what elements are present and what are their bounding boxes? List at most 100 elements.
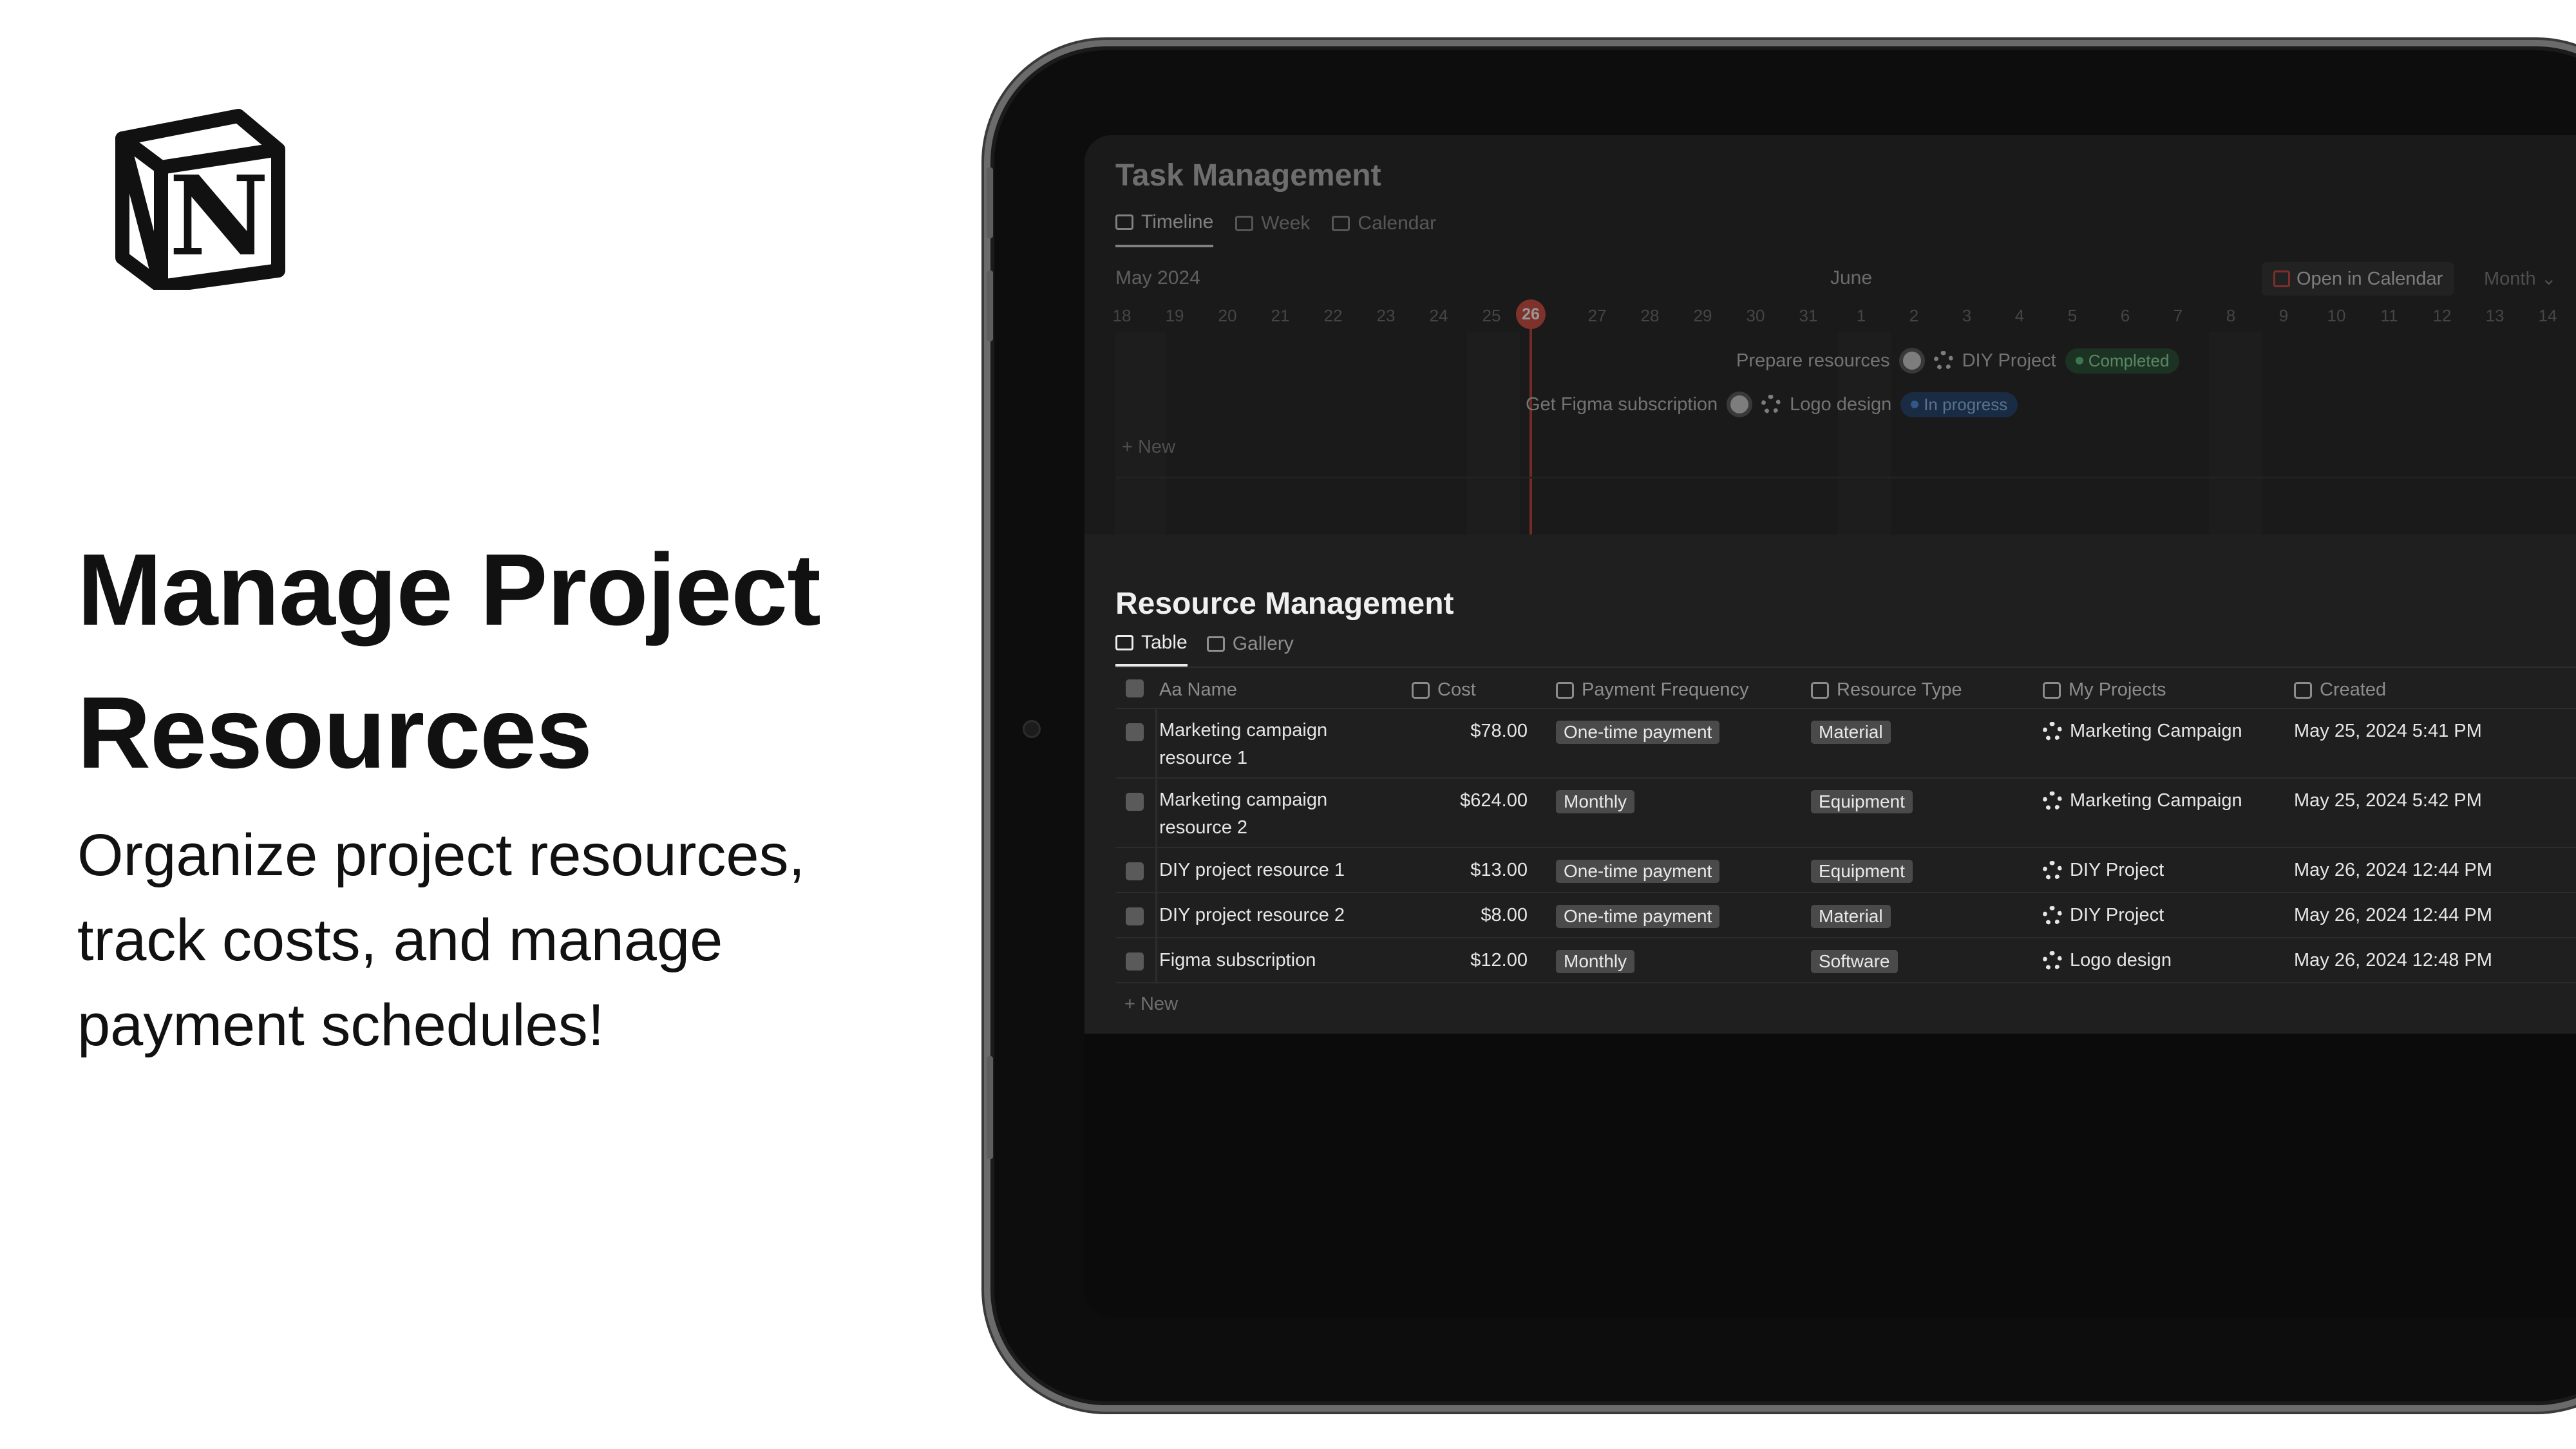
tab-table[interactable]: Table [1115, 621, 1188, 667]
task-project: Logo design [1790, 393, 1892, 415]
cell-name: DIY project resource 2 [1159, 905, 1345, 925]
table-row[interactable]: Figma subscription $12.00 Monthly Softwa… [1115, 938, 2576, 983]
timeline-task-item[interactable]: Prepare resources DIY Project Completed [1736, 348, 2180, 374]
day-label: 5 [2067, 306, 2078, 325]
volume-button [987, 270, 993, 341]
cell-project[interactable]: Marketing Campaign [2043, 790, 2242, 811]
timeline-day-row: 18 19 20 21 22 23 24 25 27 28 29 30 31 1… [1103, 306, 2576, 332]
table-row[interactable]: DIY project resource 1 $13.00 One-time p… [1115, 848, 2576, 893]
day-label: 4 [2014, 306, 2025, 325]
day-label: 13 [2485, 306, 2505, 325]
avatar-icon [1899, 348, 1925, 374]
row-checkbox[interactable] [1126, 793, 1144, 811]
tab-calendar[interactable]: Calendar [1332, 211, 1436, 247]
day-label: 28 [1640, 306, 1660, 325]
day-label: 2 [1909, 306, 1919, 325]
day-label: 11 [2380, 306, 2398, 325]
month-label-june: June [1830, 267, 1873, 289]
cell-name: Figma subscription [1159, 950, 1316, 971]
column-header-name[interactable]: Aa Name [1159, 679, 1237, 701]
screen-empty-area [1084, 1034, 2576, 1317]
cell-project[interactable]: DIY Project [2043, 860, 2164, 881]
project-icon [2043, 905, 2062, 925]
subhead-line-2: track costs, and manage [77, 907, 723, 973]
project-icon [2043, 721, 2062, 741]
cell-created: May 26, 2024 12:44 PM [2294, 860, 2492, 880]
day-label: 20 [1218, 306, 1237, 325]
day-label: 22 [1323, 306, 1343, 325]
side-button [987, 1056, 993, 1159]
select-all-checkbox[interactable] [1126, 679, 1144, 697]
column-header-resource-type[interactable]: Resource Type [1811, 679, 1962, 701]
divider [1155, 893, 1157, 937]
cell-name: Marketing campaign resource 2 [1159, 790, 1328, 838]
row-checkbox[interactable] [1126, 723, 1144, 741]
resource-view-tabs: Table Gallery [1115, 621, 1294, 667]
divider [1155, 709, 1157, 777]
column-header-my-projects[interactable]: My Projects [2043, 679, 2166, 701]
month-label-may: May 2024 [1115, 267, 1200, 289]
tab-gallery[interactable]: Gallery [1206, 621, 1294, 667]
task-name: Prepare resources [1736, 350, 1890, 371]
cell-created: May 26, 2024 12:44 PM [2294, 905, 2492, 925]
table-row[interactable]: Marketing campaign resource 1 $78.00 One… [1115, 709, 2576, 779]
timeline-icon [1115, 214, 1133, 230]
new-task-button[interactable]: + New [1122, 437, 1175, 458]
tab-timeline[interactable]: Timeline [1115, 211, 1214, 247]
headline-line-2: Resources [77, 676, 592, 790]
row-checkbox[interactable] [1126, 907, 1144, 925]
timeline-task-item[interactable]: Get Figma subscription Logo design In pr… [1526, 392, 2018, 417]
day-label: 30 [1746, 306, 1765, 325]
status-badge: In progress [1900, 392, 2018, 417]
table-icon [1115, 635, 1133, 650]
open-in-calendar-button[interactable]: Open in Calendar [2262, 262, 2455, 296]
calendar-icon [2273, 270, 2290, 287]
resource-management-section: Resource Management Table Gallery Aa Nam… [1084, 535, 2576, 1034]
cell-project[interactable]: Logo design [2043, 950, 2172, 971]
day-label: 27 [1587, 306, 1607, 325]
clock-icon [2294, 681, 2312, 699]
today-marker: 26 [1516, 299, 1546, 329]
day-label: 25 [1482, 306, 1501, 325]
day-label: 1 [1856, 306, 1866, 325]
cell-cost: $8.00 [1481, 905, 1528, 925]
volume-button [987, 167, 993, 238]
cell-project[interactable]: DIY Project [2043, 905, 2164, 926]
column-header-cost[interactable]: Cost [1412, 679, 1476, 701]
tab-week[interactable]: Week [1235, 211, 1310, 247]
project-icon [2043, 791, 2062, 811]
subhead-line-3: payment schedules! [77, 992, 605, 1058]
day-label: 7 [2173, 306, 2183, 325]
timeline-scale-select[interactable]: Month ⌄ [2484, 267, 2557, 290]
day-label: 9 [2278, 306, 2289, 325]
cell-name: DIY project resource 1 [1159, 860, 1345, 880]
table-row[interactable]: DIY project resource 2 $8.00 One-time pa… [1115, 893, 2576, 938]
day-label: 21 [1271, 306, 1290, 325]
project-icon [1761, 395, 1781, 414]
row-checkbox[interactable] [1126, 952, 1144, 971]
cell-resource-type: Software [1811, 950, 1898, 973]
cell-created: May 25, 2024 5:41 PM [2294, 721, 2482, 741]
day-label: 19 [1165, 306, 1184, 325]
cell-project[interactable]: Marketing Campaign [2043, 721, 2242, 742]
column-header-created[interactable]: Created [2294, 679, 2386, 701]
table-row[interactable]: Marketing campaign resource 2 $624.00 Mo… [1115, 779, 2576, 848]
status-dot-icon [1911, 401, 1919, 408]
subhead-line-1: Organize project resources, [77, 822, 806, 888]
cell-resource-type: Material [1811, 721, 1891, 744]
cell-payment-frequency: One-time payment [1556, 860, 1720, 883]
cell-payment-frequency: Monthly [1556, 790, 1635, 813]
avatar-icon [1727, 392, 1753, 417]
money-icon [1412, 681, 1430, 699]
subheadline: Organize project resources, track costs,… [77, 813, 934, 1068]
day-label: 10 [2327, 306, 2346, 325]
new-resource-button[interactable]: + New [1115, 983, 2576, 1025]
day-label: 23 [1376, 306, 1396, 325]
row-checkbox[interactable] [1126, 862, 1144, 880]
camera-icon [1023, 720, 1041, 738]
divider [1115, 477, 2576, 478]
day-label: 8 [2226, 306, 2236, 325]
task-name: Get Figma subscription [1526, 393, 1718, 415]
project-icon [1933, 351, 1953, 370]
column-header-payment-frequency[interactable]: Payment Frequency [1556, 679, 1749, 701]
